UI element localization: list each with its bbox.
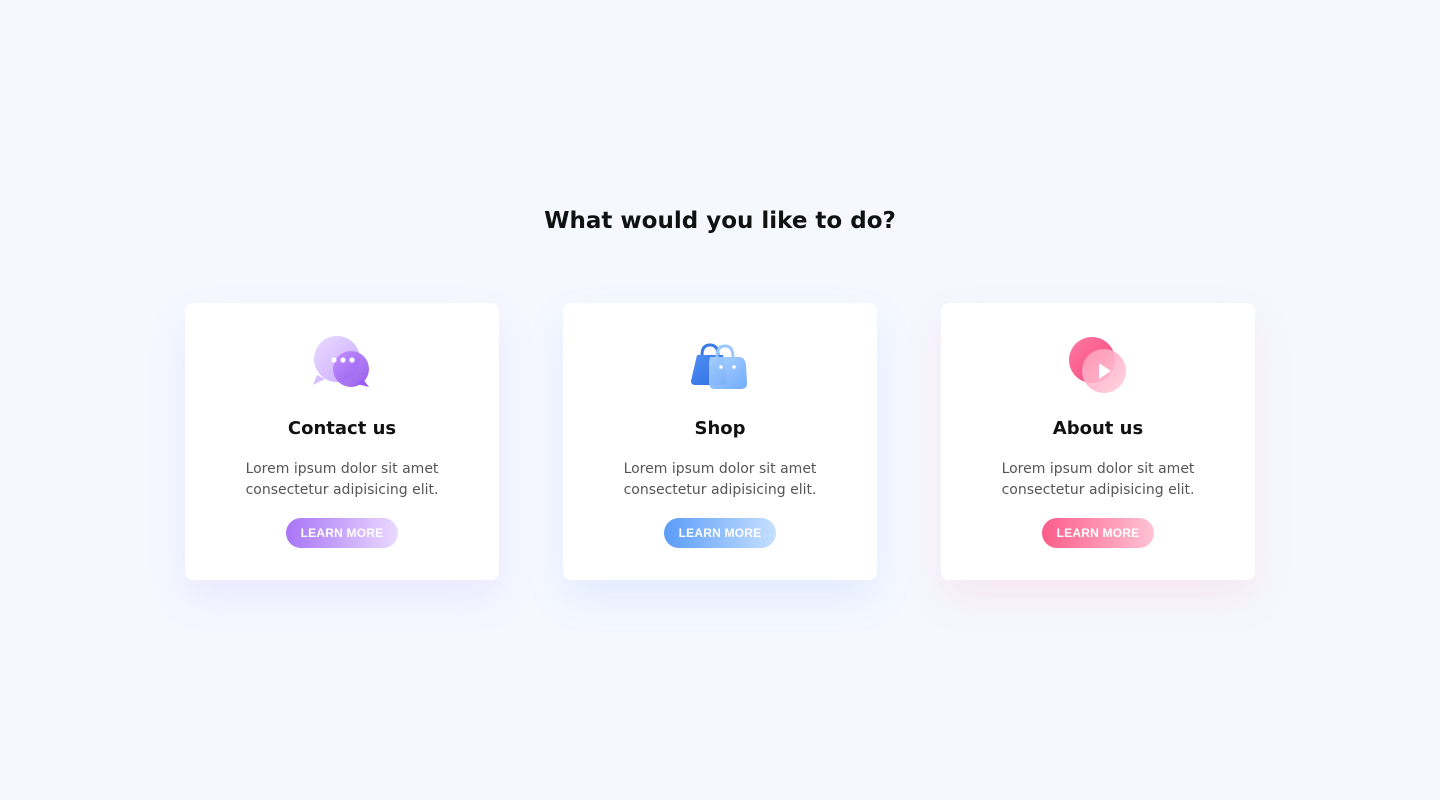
card-description: Lorem ipsum dolor sit amet consectetur a… [978, 459, 1218, 501]
card-description-line: consectetur adipisicing elit. [1001, 482, 1195, 498]
about-card: About us Lorem ipsum dolor sit amet cons… [941, 303, 1255, 580]
card-description-line: consectetur adipisicing elit. [623, 482, 817, 498]
card-description-line: Lorem ipsum dolor sit amet [623, 461, 817, 477]
card-title: Contact us [287, 418, 397, 439]
page-title: What would you like to do? [544, 208, 896, 234]
shop-learn-more-button[interactable]: LEARN MORE [664, 518, 776, 548]
play-circle-icon [1063, 333, 1133, 397]
contact-card: Contact us Lorem ipsum dolor sit amet co… [185, 303, 499, 580]
about-learn-more-button[interactable]: LEARN MORE [1042, 518, 1154, 548]
card-description: Lorem ipsum dolor sit amet consectetur a… [222, 459, 462, 501]
card-title: About us [1052, 418, 1144, 439]
chat-bubbles-icon [307, 333, 377, 397]
card-title: Shop [694, 418, 746, 439]
contact-learn-more-button[interactable]: LEARN MORE [286, 518, 398, 548]
shopping-bags-icon [685, 333, 755, 397]
shop-card: Shop Lorem ipsum dolor sit amet consecte… [563, 303, 877, 580]
card-description-line: consectetur adipisicing elit. [245, 482, 439, 498]
card-description-line: Lorem ipsum dolor sit amet [1001, 461, 1195, 477]
card-description: Lorem ipsum dolor sit amet consectetur a… [600, 459, 840, 501]
action-cards: Contact us Lorem ipsum dolor sit amet co… [185, 303, 1255, 580]
card-description-line: Lorem ipsum dolor sit amet [245, 461, 439, 477]
